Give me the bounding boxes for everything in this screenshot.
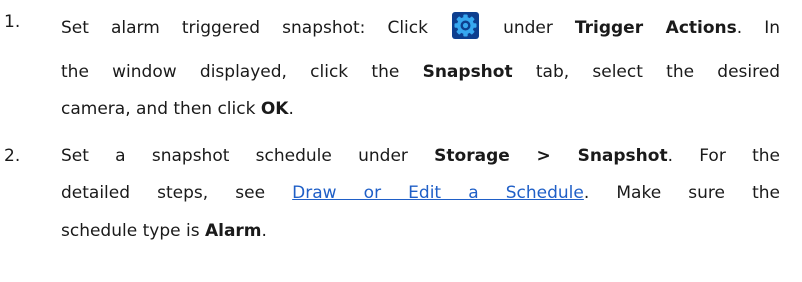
step-number: 1. [4,12,21,32]
text: . Make sure the [583,183,780,203]
step-2-line-3: schedule type is Alarm. [61,221,267,241]
text: Set a snapshot schedule under [61,146,408,166]
step-1-line-1: Set alarm triggered snapshot: Click unde… [61,12,780,39]
step-1-line-2: the window displayed, click the Snapshot… [61,62,780,82]
ui-term: Snapshot [422,62,513,82]
step-2-line-1: Set a snapshot schedule under Storage > … [61,146,780,166]
text: . In [736,18,780,38]
step-2-line-2: detailed steps, see Draw or Edit a Sched… [61,183,780,203]
step-number: 2. [4,146,21,166]
text: . [288,99,294,119]
ui-term: OK [260,99,289,119]
text: detailed steps, see [61,183,266,203]
text: schedule type is [61,221,200,241]
text: . [261,221,267,241]
gear-settings-icon[interactable] [452,12,480,39]
text: under [503,18,553,38]
step-1-line-3: camera, and then click OK. [61,99,294,119]
ui-term: Alarm [204,221,262,241]
ui-term: Trigger Actions [574,18,737,38]
text: tab, select the desired [535,62,781,82]
ui-term: Storage > Snapshot [434,146,668,166]
text: camera, and then click [61,99,256,119]
text: the window displayed, click the [61,62,400,82]
text: . For the [667,146,780,166]
draw-or-edit-schedule-link[interactable]: Draw or Edit a Schedule [292,183,584,203]
text: Set alarm triggered snapshot: Click [61,18,428,38]
